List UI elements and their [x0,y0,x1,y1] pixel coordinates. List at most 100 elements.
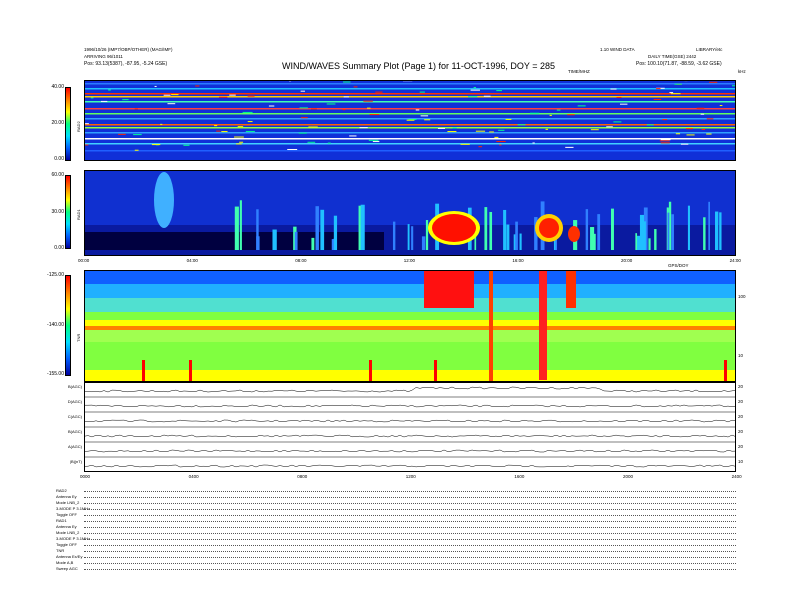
rad2-speck [496,90,502,92]
rad1-streak [597,214,601,250]
line-panel-label: A(AGC) [68,444,82,449]
rad2-speck [415,109,420,111]
tnr-right-tick-10: 10 [738,353,744,358]
tnr-right-tick-100: 100 [738,294,746,299]
rad2-speck [247,95,255,97]
rad2-speck [229,94,236,96]
rad1-streak [407,224,410,250]
line-panels [84,382,736,472]
rad2-speck [134,108,138,110]
rad2-speck [549,114,552,116]
rad1-streak [703,217,706,250]
rad2-speck [660,142,670,144]
rad2-speck [368,139,379,141]
rad2-speck [372,141,380,143]
rad2-speck [674,83,682,85]
rad2-speck [363,100,373,102]
tnr-red-spike [142,360,145,382]
rad2-speck [532,142,535,144]
info-row-dotline [84,557,736,558]
rad2-speck [307,141,316,143]
info-row-dotline [84,491,736,492]
rad2-speck [662,119,668,121]
bottom-time-tick: 1200 [405,474,416,479]
rad2-speck [468,96,478,98]
rad2-speck [680,143,689,145]
rad1-label: RAD1 [76,209,81,220]
rad2-spectrogram [84,80,736,161]
rad2-speck [237,126,244,128]
rad2-band [84,83,736,85]
info-row-dotline [84,503,736,504]
rad2-band [84,138,736,140]
line-panel-label: B(AGC) [68,429,82,434]
rad2-speck [659,140,670,142]
rad2-speck [613,121,622,123]
info-row-label: Antenna Ey [56,494,77,499]
rad2-band [84,124,736,126]
line-panel-right-tick: 20 [738,384,744,389]
header-right-line1b: LIBRARY/etc [696,47,723,52]
rad1-streak [421,236,426,250]
mid-time-tick: 20:00 [621,258,633,263]
rad1-streak [671,214,674,250]
rad2-speck [505,118,512,120]
rad2-speck [108,89,111,91]
tnr-bottom-band [84,370,736,382]
rad1-svg [84,170,736,256]
rad1-spectrogram [84,170,736,256]
rad2-speck [268,105,275,107]
rad2-speck [236,143,242,145]
rad2-speck [452,127,457,129]
rad2-speck [353,86,358,88]
rad2-speck [529,112,540,114]
line-panel-trace [84,434,736,438]
tnr-spike2 [489,270,493,382]
tnr-spectrogram [84,270,736,382]
rad2-speck [489,131,494,133]
tnr-svg [84,270,736,382]
header-left-pos-label: Pos: [84,61,95,67]
rad2-speck [234,136,244,138]
rad1-streak [392,221,396,250]
rad1-streak [315,206,319,250]
rad2-speck [342,109,346,111]
rad2-speck [483,95,491,97]
info-row-dotline [84,533,736,534]
tnr-band2 [84,284,736,298]
rad2-speck [160,123,163,125]
rad2-speck [567,114,575,116]
rad2-speck [610,88,617,90]
tnr-red-spike [724,360,727,382]
rad2-band [84,93,736,95]
bottom-time-tick: 0000 [80,474,91,479]
rad2-speck [247,121,253,123]
rad2-speck [619,103,628,105]
rad2-speck [163,94,171,96]
info-row-dotline [84,569,736,570]
rad2-speck [343,81,351,83]
info-row-label: Sweep AGC [56,566,78,571]
rad1-streak [425,220,429,250]
mid-time-tick: 00:00 [78,258,90,263]
rad2-speck [419,91,425,93]
rad1-streak [648,238,651,250]
rad1-tick-bottom: 0.00 [54,245,64,251]
line-panel-right-tick: 20 [738,399,744,404]
info-row-label: Mode LNB_2 [56,500,80,505]
rad2-speck [709,81,718,83]
rad2-band [84,132,736,134]
top-unit-right: kHz [738,69,746,74]
page-title: WIND/WAVES Summary Plot (Page 1) for 11-… [282,61,556,71]
rad2-speck [245,130,255,132]
rad2-speck [437,127,446,129]
rad2-band [84,150,736,152]
header-right-pos-value: 100.10(71.87, -88.59, -3.62 GSE) [647,61,722,67]
rad2-speck [460,143,470,145]
rad1-streak [234,206,239,250]
rad2-speck [299,107,308,109]
rad1-streak [715,211,719,250]
rad2-svg [84,80,736,161]
rad2-speck [349,135,357,137]
rad1-tick-mid: 30.00 [51,209,64,215]
